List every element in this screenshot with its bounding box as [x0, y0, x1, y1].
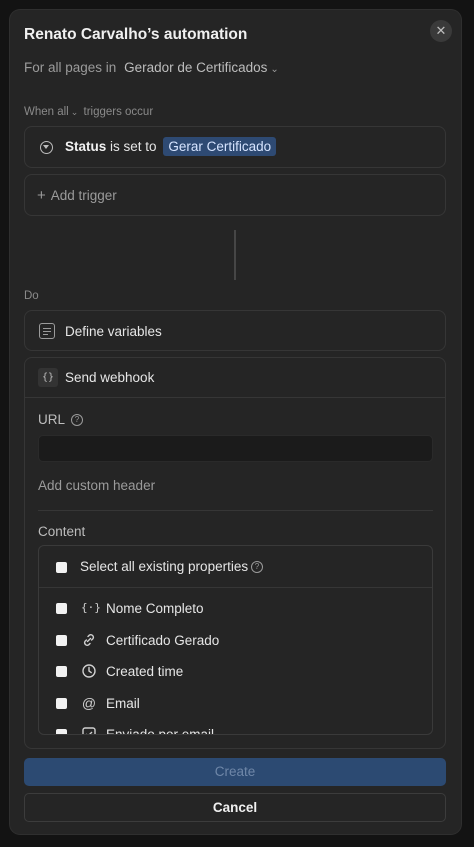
select-all-checkbox[interactable] [56, 562, 67, 573]
cancel-button[interactable]: Cancel [24, 793, 446, 822]
add-trigger-label: Add trigger [50, 188, 117, 203]
plus-icon: + [37, 187, 46, 204]
content-label: Content [38, 524, 86, 539]
automation-modal: Renato Carvalho’s automation ✕ For all p… [10, 10, 461, 834]
trigger-logic: When all ⌄ triggers occur [24, 106, 153, 118]
variables-icon [39, 323, 55, 339]
divider [38, 510, 433, 511]
property-row[interactable]: @ Email [39, 688, 432, 719]
create-button[interactable]: Create [24, 758, 446, 786]
close-icon: ✕ [435, 23, 447, 38]
when-label: When all [24, 106, 69, 118]
property-checkbox[interactable] [56, 666, 67, 677]
property-label: Email [106, 696, 140, 711]
property-row[interactable]: Certificado Gerado [39, 625, 432, 656]
link-icon [81, 632, 97, 648]
text-braces-icon: {·} [81, 601, 101, 614]
trigger-property: Status [65, 139, 107, 154]
help-icon[interactable]: ? [251, 561, 263, 573]
properties-list: Select all existing properties ? {·} Nom… [38, 545, 433, 735]
property-row[interactable]: Enviado por email [39, 719, 432, 735]
when-all-dropdown[interactable]: When all ⌄ [24, 106, 80, 118]
flow-connector [234, 230, 236, 280]
close-button[interactable]: ✕ [430, 20, 452, 42]
background-page-right [460, 0, 474, 847]
define-variables-action[interactable]: Define variables [24, 310, 446, 351]
url-input[interactable] [38, 435, 433, 462]
property-row[interactable]: Created time [39, 656, 432, 687]
trigger-card[interactable]: Status is set to Gerar Certificado [24, 126, 446, 168]
select-all-label: Select all existing properties [80, 559, 249, 574]
property-checkbox[interactable] [56, 635, 67, 646]
trigger-description: Status is set to Gerar Certificado [65, 137, 277, 156]
help-icon[interactable]: ? [71, 414, 83, 426]
braces-icon: {} [38, 368, 58, 387]
property-checkbox[interactable] [56, 603, 67, 614]
do-label: Do [24, 290, 39, 302]
database-selector[interactable]: Gerador de Certificados ⌄ [124, 60, 279, 75]
status-property-icon [40, 141, 53, 154]
at-icon: @ [81, 695, 97, 711]
define-variables-label: Define variables [65, 324, 162, 339]
background-page-left [0, 0, 10, 847]
trigger-value-tag[interactable]: Gerar Certificado [163, 137, 277, 156]
property-label: Nome Completo [106, 601, 204, 616]
modal-title: Renato Carvalho’s automation [24, 26, 248, 43]
automation-scope: For all pages in Gerador de Certificados… [24, 60, 279, 75]
property-label: Created time [106, 664, 184, 679]
url-label: URL [38, 412, 66, 427]
clock-icon [81, 663, 97, 679]
property-checkbox[interactable] [56, 729, 67, 734]
add-trigger-button[interactable]: + Add trigger [24, 174, 446, 216]
database-name: Gerador de Certificados [124, 60, 268, 75]
property-label: Enviado por email [106, 727, 215, 735]
trigger-condition: is set to [110, 139, 157, 154]
scope-prefix: For all pages in [24, 60, 117, 75]
add-trigger: + Add trigger [37, 187, 117, 204]
checkbox-icon [81, 726, 97, 734]
property-label: Certificado Gerado [106, 633, 220, 648]
chevron-down-icon: ⌄ [270, 64, 279, 75]
send-webhook-action: {} Send webhook URL ? Add custom header … [24, 357, 446, 749]
webhook-header[interactable]: {} Send webhook [25, 358, 445, 398]
property-checkbox[interactable] [56, 698, 67, 709]
select-all-row[interactable]: Select all existing properties ? [39, 546, 432, 588]
webhook-title: Send webhook [65, 370, 155, 385]
add-custom-header-button[interactable]: Add custom header [38, 478, 155, 493]
when-suffix: triggers occur [83, 106, 154, 118]
property-row[interactable]: {·} Nome Completo [39, 593, 432, 624]
chevron-down-icon: ⌄ [70, 107, 79, 117]
